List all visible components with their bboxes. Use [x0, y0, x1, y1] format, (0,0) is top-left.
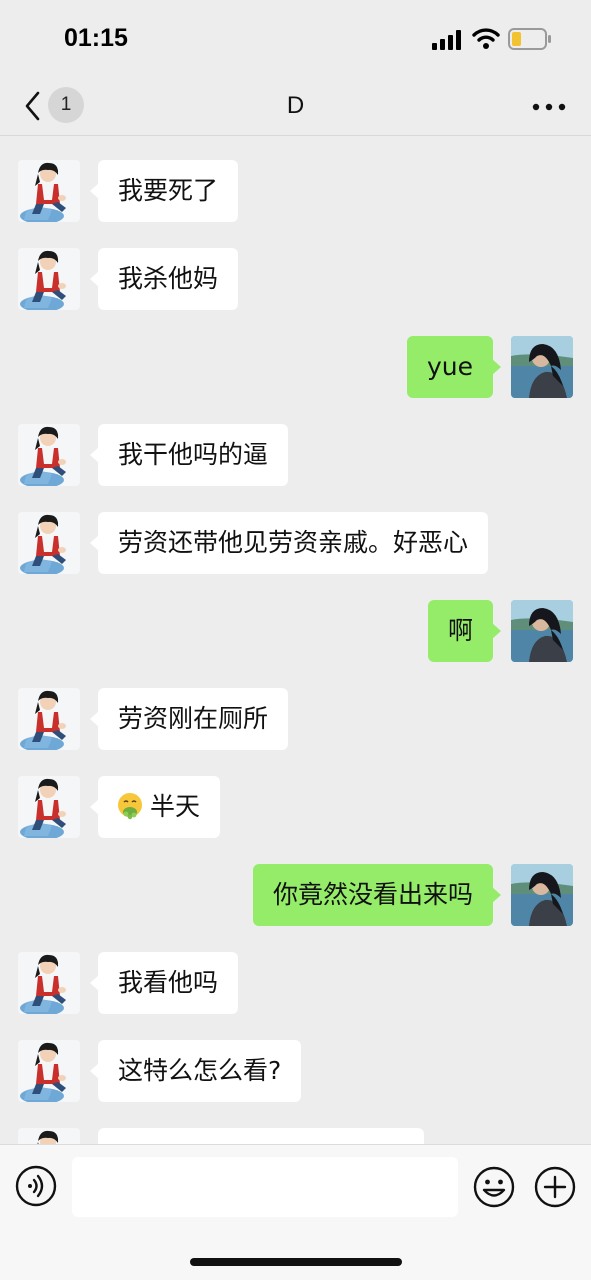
- status-bar: 01:15: [0, 0, 591, 78]
- outgoing-message-bubble[interactable]: yue: [406, 336, 502, 398]
- contact-avatar[interactable]: [18, 1128, 80, 1144]
- contact-avatar[interactable]: [18, 512, 80, 574]
- incoming-message-bubble[interactable]: 我杀他妈: [89, 248, 239, 310]
- emoji-smile-icon[interactable]: [472, 1165, 516, 1209]
- home-indicator: [190, 1258, 402, 1266]
- battery-low-icon: [508, 28, 551, 50]
- contact-avatar[interactable]: [18, 776, 80, 838]
- incoming-message-bubble[interactable]: [98, 1128, 424, 1144]
- chat-header: 1 D: [0, 78, 591, 136]
- my-avatar[interactable]: [511, 336, 573, 398]
- my-avatar[interactable]: [511, 600, 573, 662]
- voice-input-icon[interactable]: [15, 1165, 57, 1207]
- more-dots-icon[interactable]: [532, 102, 566, 112]
- incoming-message-bubble[interactable]: 劳资刚在厕所: [89, 688, 289, 750]
- message-text: 半天: [150, 792, 201, 821]
- incoming-message-bubble[interactable]: 这特么怎么看?: [89, 1040, 302, 1102]
- plus-circle-icon[interactable]: [533, 1165, 577, 1209]
- contact-avatar[interactable]: [18, 424, 80, 486]
- nauseated-face-emoji-icon: [116, 792, 144, 820]
- contact-avatar[interactable]: [18, 160, 80, 222]
- status-time: 01:15: [64, 24, 128, 52]
- incoming-message-bubble[interactable]: 半天: [89, 776, 221, 838]
- contact-avatar[interactable]: [18, 1040, 80, 1102]
- outgoing-message-bubble[interactable]: 你竟然没看出来吗: [252, 864, 502, 926]
- outgoing-message-bubble[interactable]: 啊: [427, 600, 502, 662]
- contact-avatar[interactable]: [18, 248, 80, 310]
- contact-avatar[interactable]: [18, 952, 80, 1014]
- cellular-signal-icon: [432, 30, 461, 50]
- my-avatar[interactable]: [511, 864, 573, 926]
- incoming-message-bubble[interactable]: 我看他吗: [89, 952, 239, 1014]
- message-input[interactable]: [72, 1157, 458, 1217]
- chat-title: D: [286, 92, 305, 119]
- contact-avatar[interactable]: [18, 688, 80, 750]
- wifi-icon: [472, 28, 500, 49]
- incoming-message-bubble[interactable]: 劳资还带他见劳资亲戚。好恶心: [89, 512, 489, 574]
- message-list[interactable]: 我要死了 我杀他妈 yue 我干他吗的逼 劳资还带他见劳资亲戚。好恶心 啊 劳资…: [0, 137, 591, 1144]
- incoming-message-bubble[interactable]: 我干他吗的逼: [89, 424, 289, 486]
- incoming-message-bubble[interactable]: 我要死了: [89, 160, 239, 222]
